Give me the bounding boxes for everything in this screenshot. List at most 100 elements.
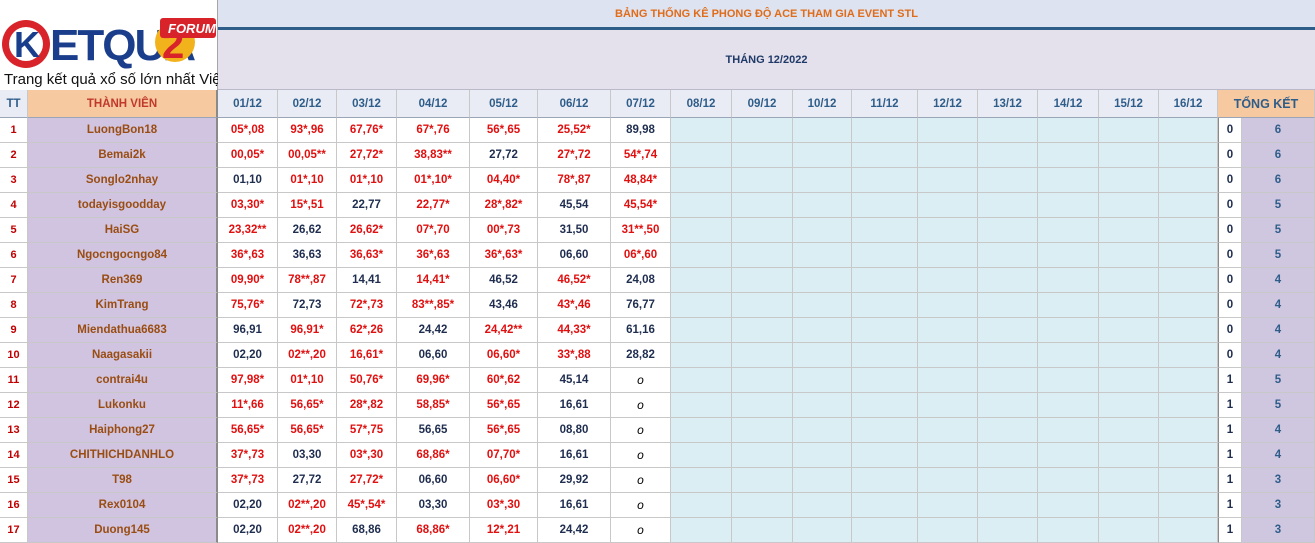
day-result: 72*,73 [337, 293, 397, 318]
member-name: todayisgoodday [28, 193, 218, 218]
day-empty [732, 143, 793, 168]
day-result: 24,42 [397, 318, 470, 343]
day-empty [671, 293, 732, 318]
svg-text:K: K [14, 24, 40, 65]
row-number: 9 [0, 318, 28, 343]
table-row: 5 HaiSG 23,32** 26,62 26,62* 07*,70 00*,73 31,5… [0, 218, 1315, 243]
day-result: 36,63 [278, 243, 337, 268]
header-date: 15/12 [1099, 90, 1159, 118]
day-empty [1038, 118, 1099, 143]
day-result: 72,73 [278, 293, 337, 318]
row-number: 1 [0, 118, 28, 143]
day-empty [1099, 318, 1159, 343]
member-name: Haiphong27 [28, 418, 218, 443]
day-empty [852, 393, 918, 418]
member-name: KimTrang [28, 293, 218, 318]
row-number: 16 [0, 493, 28, 518]
header-date: 01/12 [218, 90, 278, 118]
day-empty [793, 268, 852, 293]
day-empty [671, 243, 732, 268]
day-result: 56,65* [278, 393, 337, 418]
row-number: 2 [0, 143, 28, 168]
day-result: 01*,10 [337, 168, 397, 193]
day-result: 06,60 [397, 343, 470, 368]
day-result: 07*,70 [397, 218, 470, 243]
day-result: 24,08 [611, 268, 671, 293]
total-score: 4 [1242, 293, 1315, 318]
day-empty [732, 518, 793, 543]
day-empty [1159, 468, 1218, 493]
day-result: 08,80 [538, 418, 611, 443]
day-empty [852, 318, 918, 343]
day-result: 97,98* [218, 368, 278, 393]
day-result: 24,42 [538, 518, 611, 543]
day-result: 02,20 [218, 518, 278, 543]
day-empty [1159, 443, 1218, 468]
day-result: 96,91* [278, 318, 337, 343]
row-number: 13 [0, 418, 28, 443]
day-empty [1099, 393, 1159, 418]
day-empty [852, 268, 918, 293]
row-number: 6 [0, 243, 28, 268]
day-result: 83**,85* [397, 293, 470, 318]
row-number: 15 [0, 468, 28, 493]
row-number: 8 [0, 293, 28, 318]
day-result: o [611, 418, 671, 443]
table-row: 7 Ren369 09,90* 78**,87 14,41 14,41* 46,52 46,5… [0, 268, 1315, 293]
day-result: 01,10 [218, 168, 278, 193]
day-empty [978, 293, 1038, 318]
header-row: TT THÀNH VIÊN 01/12 02/12 03/12 04/12 05/12 06/… [0, 90, 1315, 118]
header-date: 13/12 [978, 90, 1038, 118]
header-date: 03/12 [337, 90, 397, 118]
day-result: 56*,65 [470, 418, 538, 443]
day-empty [978, 168, 1038, 193]
day-result: 16,61 [538, 443, 611, 468]
table-row: 4 todayisgoodday 03,30* 15*,51 22,77 22,77* 28… [0, 193, 1315, 218]
day-empty [732, 393, 793, 418]
month-label: THÁNG 12/2022 [218, 30, 1315, 90]
day-empty [1099, 243, 1159, 268]
header-date: 02/12 [278, 90, 337, 118]
row-number: 3 [0, 168, 28, 193]
day-result: 78*,87 [538, 168, 611, 193]
day-result: 00,05** [278, 143, 337, 168]
table-row: 9 Miendathua6683 96,91 96,91* 62*,26 24,42 24,… [0, 318, 1315, 343]
hit-count: 0 [1218, 218, 1242, 243]
hit-count: 0 [1218, 143, 1242, 168]
day-empty [1159, 143, 1218, 168]
day-empty [732, 443, 793, 468]
day-empty [793, 118, 852, 143]
total-score: 4 [1242, 418, 1315, 443]
day-empty [732, 193, 793, 218]
day-empty [918, 443, 978, 468]
member-name: Songlo2nhay [28, 168, 218, 193]
day-result: 36*,63 [397, 243, 470, 268]
table-row: 16 Rex0104 02,20 02**,20 45*,54* 03,30 03*,30 1… [0, 493, 1315, 518]
day-result: 31,50 [538, 218, 611, 243]
total-score: 5 [1242, 393, 1315, 418]
hit-count: 0 [1218, 343, 1242, 368]
member-name: HaiSG [28, 218, 218, 243]
header-date: 11/12 [852, 90, 918, 118]
day-result: 27,72 [278, 468, 337, 493]
table-row: 11 contrai4u 97,98* 01*,10 50,76* 69,96* 60*,6… [0, 368, 1315, 393]
header-date: 07/12 [611, 90, 671, 118]
day-empty [793, 318, 852, 343]
day-result: 76,77 [611, 293, 671, 318]
member-name: Ngocngocngo84 [28, 243, 218, 268]
hit-count: 0 [1218, 168, 1242, 193]
day-result: 46,52* [538, 268, 611, 293]
day-result: 50,76* [337, 368, 397, 393]
day-empty [918, 393, 978, 418]
day-empty [852, 118, 918, 143]
day-result: 54*,74 [611, 143, 671, 168]
day-empty [852, 168, 918, 193]
day-empty [852, 418, 918, 443]
day-result: 56*,65 [470, 118, 538, 143]
total-score: 4 [1242, 343, 1315, 368]
day-empty [671, 418, 732, 443]
day-empty [732, 368, 793, 393]
member-name: Bemai2k [28, 143, 218, 168]
day-result: 36,63* [337, 243, 397, 268]
day-empty [1099, 368, 1159, 393]
